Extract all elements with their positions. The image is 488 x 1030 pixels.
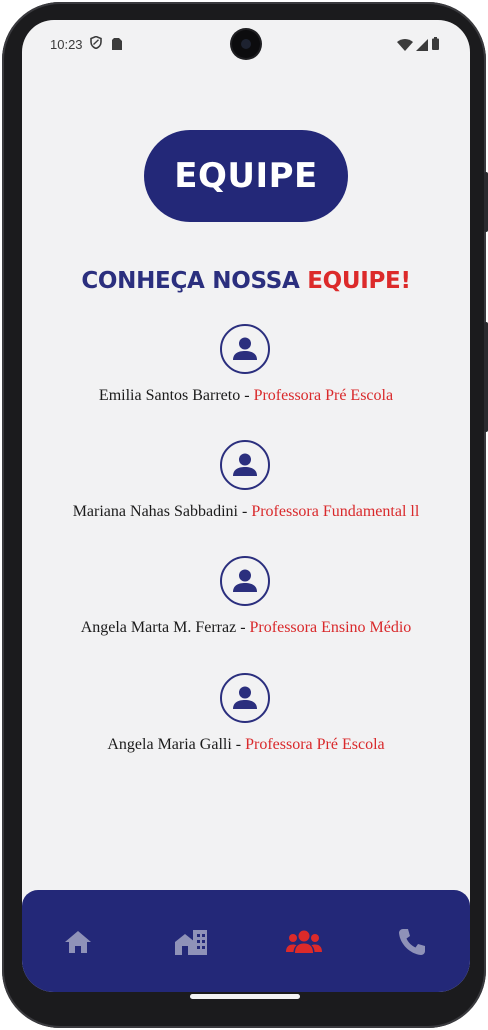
member-separator: - xyxy=(237,503,252,520)
member-name: Angela Marta M. Ferraz xyxy=(80,619,237,636)
battery-icon xyxy=(432,37,439,55)
member-name: Mariana Nahas Sabbadini xyxy=(72,503,238,520)
nav-home-button[interactable] xyxy=(58,922,98,962)
shield-icon xyxy=(90,35,102,54)
home-icon xyxy=(65,931,91,953)
person-icon xyxy=(220,556,270,606)
team-icon xyxy=(286,930,322,953)
person-icon xyxy=(220,440,270,490)
gesture-bar[interactable] xyxy=(190,994,300,999)
member-role: Professora Ensino Médio xyxy=(249,619,412,636)
section-heading: CONHEÇA NOSSA EQUIPE! xyxy=(22,268,470,294)
member-info: Angela Maria Galli - Professora Pré Esco… xyxy=(22,736,470,754)
phone-icon xyxy=(399,929,425,955)
member-separator: - xyxy=(231,736,246,753)
member-name: Emilia Santos Barreto xyxy=(98,387,241,404)
member-separator: - xyxy=(240,387,254,404)
member-role: Professora Pré Escola xyxy=(245,736,385,753)
phone-frame: 10:23 EQUIPE CONHEÇA NOSSA EQUIPE! Emili… xyxy=(2,2,488,1028)
front-camera xyxy=(232,30,260,58)
wifi-icon xyxy=(397,38,413,56)
member-role: Professora Fundamental ll xyxy=(251,503,420,520)
nav-contact-button[interactable] xyxy=(392,922,432,962)
member-info: Emilia Santos Barreto - Professora Pré E… xyxy=(22,387,470,405)
volume-button xyxy=(484,172,488,232)
page-title: EQUIPE xyxy=(174,156,318,196)
status-time: 10:23 xyxy=(50,37,83,52)
page-title-badge: EQUIPE xyxy=(144,130,348,222)
power-button xyxy=(484,322,488,432)
app-screen: 10:23 EQUIPE CONHEÇA NOSSA EQUIPE! Emili… xyxy=(22,20,470,992)
member-separator: - xyxy=(236,619,250,636)
school-building-icon xyxy=(175,930,207,955)
person-icon xyxy=(220,324,270,374)
section-heading-part1: CONHEÇA NOSSA xyxy=(81,268,300,294)
person-icon xyxy=(220,673,270,723)
nav-school-button[interactable] xyxy=(169,922,209,962)
sim-card-icon xyxy=(112,37,122,55)
member-info: Angela Marta M. Ferraz - Professora Ensi… xyxy=(22,619,470,637)
signal-icon xyxy=(416,38,428,56)
bottom-navigation xyxy=(22,890,470,992)
member-name: Angela Maria Galli xyxy=(107,736,232,753)
section-heading-part2: EQUIPE! xyxy=(307,268,411,294)
nav-team-button[interactable] xyxy=(281,922,322,962)
member-role: Professora Pré Escola xyxy=(253,387,394,404)
member-info: Mariana Nahas Sabbadini - Professora Fun… xyxy=(22,503,470,521)
